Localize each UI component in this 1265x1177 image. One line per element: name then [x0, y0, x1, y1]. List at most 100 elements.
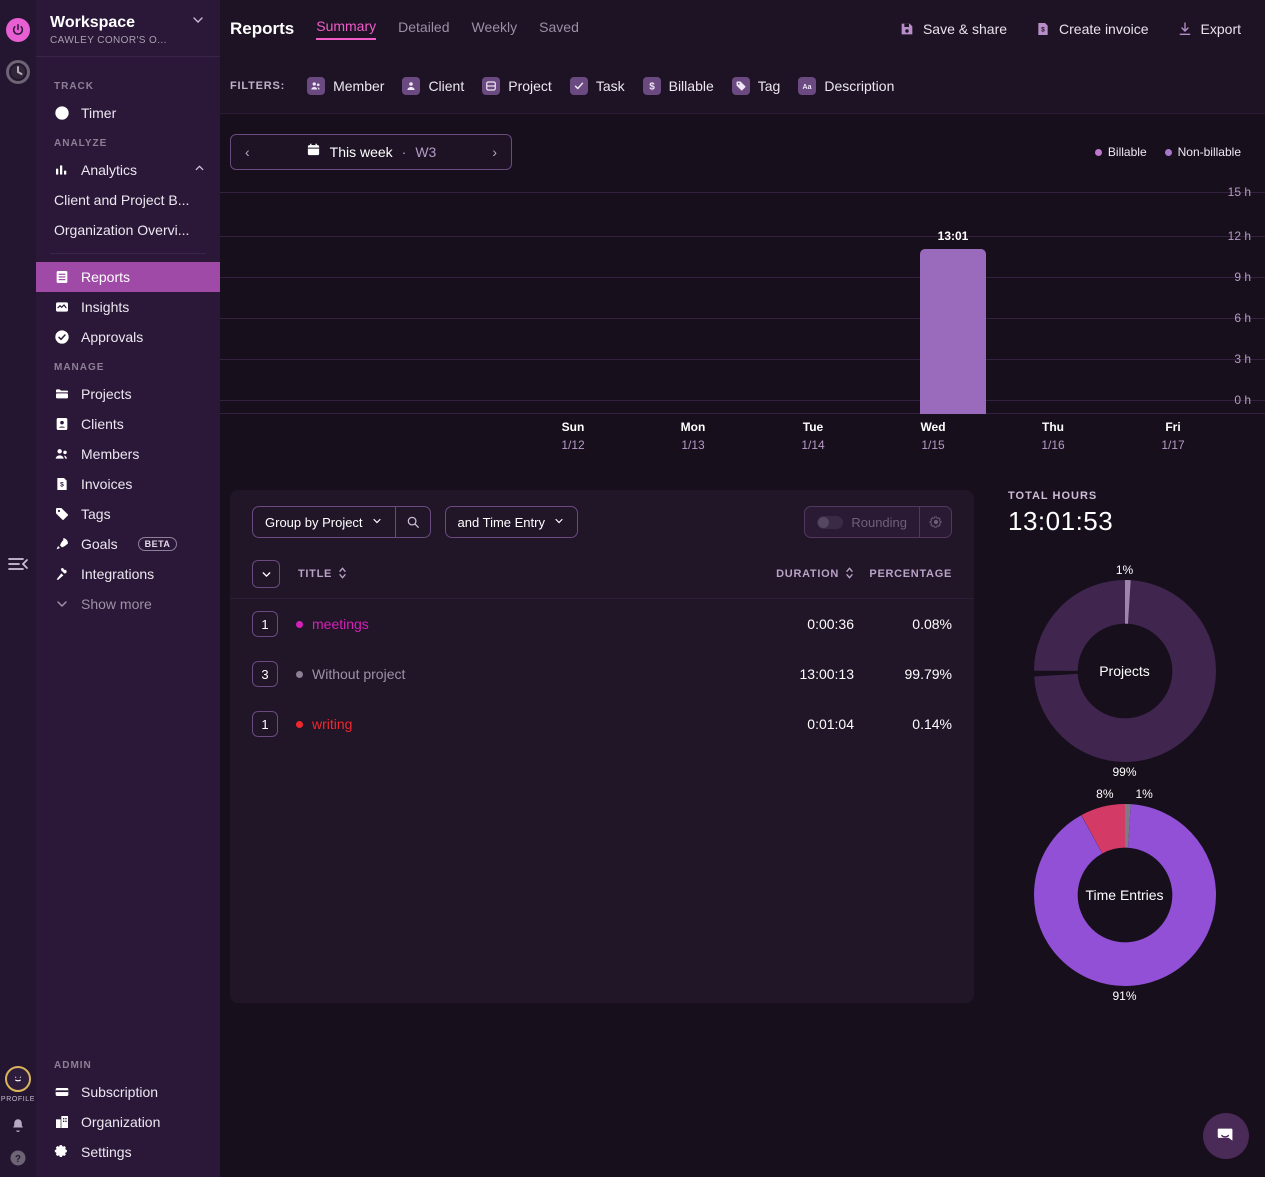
- group-by-dropdown[interactable]: Group by Project: [253, 507, 395, 537]
- create-invoice-button[interactable]: $ Create invoice: [1035, 21, 1149, 37]
- sidebar-item-label: Goals: [81, 536, 118, 552]
- donut-ring[interactable]: Projects: [1034, 580, 1216, 762]
- row-title[interactable]: writing: [312, 716, 352, 732]
- sidebar-item-subscription[interactable]: Subscription: [36, 1077, 220, 1107]
- sidebar-item-invoices[interactable]: $ Invoices: [36, 469, 220, 499]
- table-row[interactable]: 1 writing 0:01:04 0.14%: [230, 699, 974, 749]
- app-root: PROFILE ? Workspace CAWLEY CONOR'S O... …: [0, 0, 1265, 1177]
- sidebar-item-approvals[interactable]: Approvals: [36, 322, 220, 352]
- column-header-percentage[interactable]: PERCENTAGE: [854, 568, 952, 580]
- bell-icon[interactable]: [9, 1117, 27, 1135]
- filter-label: Description: [824, 78, 894, 94]
- search-icon[interactable]: [396, 515, 430, 529]
- filter-description[interactable]: Aa Description: [798, 77, 894, 95]
- donut-ring[interactable]: Time Entries: [1034, 804, 1216, 986]
- x-tick-wed: Wed 1/15: [920, 420, 945, 452]
- summary-table-card: Group by Project and Time Entry: [230, 490, 974, 1003]
- date-range-row: ‹ This week · W3 › Billable: [220, 114, 1265, 170]
- column-header-duration[interactable]: DURATION: [776, 567, 854, 582]
- column-label: DURATION: [776, 568, 839, 580]
- table-toolbar: Group by Project and Time Entry: [230, 490, 974, 550]
- column-header-title[interactable]: TITLE: [298, 567, 347, 582]
- chart-x-axis: Sun 1/12 Mon 1/13 Tue 1/14 Wed 1/15 Thu: [220, 420, 1265, 466]
- power-icon[interactable]: [6, 18, 30, 42]
- sidebar-item-projects[interactable]: Projects: [36, 379, 220, 409]
- sidebar-item-goals[interactable]: Goals BETA: [36, 529, 220, 559]
- chevron-right-icon[interactable]: ›: [490, 144, 499, 160]
- filter-member[interactable]: Member: [307, 77, 384, 95]
- toggle-switch[interactable]: [817, 516, 843, 529]
- chevron-left-icon[interactable]: ‹: [243, 144, 252, 160]
- avatar[interactable]: [5, 1066, 31, 1092]
- sidebar-item-organization-overview[interactable]: Organization Overvi...: [36, 215, 220, 245]
- x-tick-date: 1/15: [920, 438, 945, 452]
- sidebar-item-clients[interactable]: Clients: [36, 409, 220, 439]
- workspace-header[interactable]: Workspace CAWLEY CONOR'S O...: [36, 0, 220, 57]
- sidebar-item-label: Settings: [81, 1144, 132, 1160]
- chevron-down-icon[interactable]: [190, 12, 206, 33]
- sidebar-item-timer[interactable]: Timer: [36, 98, 220, 128]
- chart-legend: Billable Non-billable: [1095, 145, 1241, 159]
- chat-bubble-icon[interactable]: [1203, 1113, 1249, 1159]
- sidebar-admin-block: ADMIN Subscription Organization Settings: [36, 1050, 220, 1177]
- top-actions: Save & share $ Create invoice Export: [899, 21, 1241, 37]
- row-title[interactable]: meetings: [312, 616, 369, 632]
- rounding-toggle[interactable]: Rounding: [805, 507, 919, 537]
- filter-project[interactable]: Project: [482, 77, 552, 95]
- legend-item-non-billable[interactable]: Non-billable: [1165, 145, 1241, 159]
- card-icon: [54, 1084, 70, 1100]
- table-row[interactable]: 3 Without project 13:00:13 99.79%: [230, 649, 974, 699]
- tag-icon: [732, 77, 750, 95]
- filter-billable[interactable]: $ Billable: [643, 77, 714, 95]
- sidebar-item-members[interactable]: Members: [36, 439, 220, 469]
- x-tick-sun: Sun 1/12: [561, 420, 584, 452]
- sidebar-item-reports[interactable]: Reports: [36, 262, 220, 292]
- date-range-picker[interactable]: ‹ This week · W3 ›: [230, 134, 512, 170]
- column-label: PERCENTAGE: [869, 568, 952, 580]
- filter-tag[interactable]: Tag: [732, 77, 781, 95]
- gear-icon[interactable]: [919, 507, 951, 537]
- tab-saved[interactable]: Saved: [539, 19, 579, 39]
- tab-summary[interactable]: Summary: [316, 18, 376, 40]
- chevron-up-icon[interactable]: [193, 162, 206, 178]
- group-by-control: Group by Project: [252, 506, 431, 538]
- bar-fri[interactable]: [920, 249, 986, 414]
- help-icon[interactable]: ?: [9, 1149, 27, 1167]
- export-button[interactable]: Export: [1177, 21, 1241, 37]
- row-percentage: 0.14%: [854, 716, 952, 732]
- clock-icon: [54, 105, 70, 121]
- workspace-subtitle: CAWLEY CONOR'S O...: [50, 35, 206, 46]
- sidebar-item-settings[interactable]: Settings: [36, 1137, 220, 1167]
- sidebar-item-tags[interactable]: Tags: [36, 499, 220, 529]
- legend-dot: [1095, 149, 1102, 156]
- x-tick-date: 1/12: [561, 438, 584, 452]
- group-by-label: Group by Project: [265, 515, 363, 530]
- tab-detailed[interactable]: Detailed: [398, 19, 449, 39]
- sidebar-item-analytics[interactable]: Analytics: [36, 155, 220, 185]
- secondary-group-dropdown[interactable]: and Time Entry: [446, 507, 577, 537]
- collapse-all-button[interactable]: [252, 560, 280, 588]
- total-hours-label: TOTAL HOURS: [1008, 490, 1241, 502]
- sidebar-item-label: Organization: [81, 1114, 160, 1130]
- legend-item-billable[interactable]: Billable: [1095, 145, 1147, 159]
- sidebar-item-integrations[interactable]: Integrations: [36, 559, 220, 589]
- sidebar-item-insights[interactable]: Insights: [36, 292, 220, 322]
- tab-weekly[interactable]: Weekly: [472, 19, 518, 39]
- donut-top-left-percent: 8%: [1096, 787, 1113, 801]
- hours-bar-chart: 15 h 12 h 9 h 6 h 3 h 0 h 13:01 Sun 1/12…: [220, 192, 1265, 472]
- collapse-sidebar-icon[interactable]: [6, 552, 30, 576]
- x-tick-mon: Mon 1/13: [681, 420, 706, 452]
- filter-task[interactable]: Task: [570, 77, 625, 95]
- sidebar-item-show-more[interactable]: Show more: [36, 589, 220, 619]
- clock-icon[interactable]: [6, 60, 30, 84]
- sidebar-item-organization[interactable]: Organization: [36, 1107, 220, 1137]
- row-count: 1: [252, 611, 278, 637]
- bar-chart-icon: [54, 162, 70, 178]
- sidebar-section-analyze: ANALYZE: [36, 128, 220, 155]
- row-title[interactable]: Without project: [312, 666, 405, 682]
- filter-client[interactable]: Client: [402, 77, 464, 95]
- save-and-share-button[interactable]: Save & share: [899, 21, 1007, 37]
- table-row[interactable]: 1 meetings 0:00:36 0.08%: [230, 599, 974, 649]
- sidebar-item-client-project-breakdown[interactable]: Client and Project B...: [36, 185, 220, 215]
- chart-bars: 13:01: [220, 192, 1265, 414]
